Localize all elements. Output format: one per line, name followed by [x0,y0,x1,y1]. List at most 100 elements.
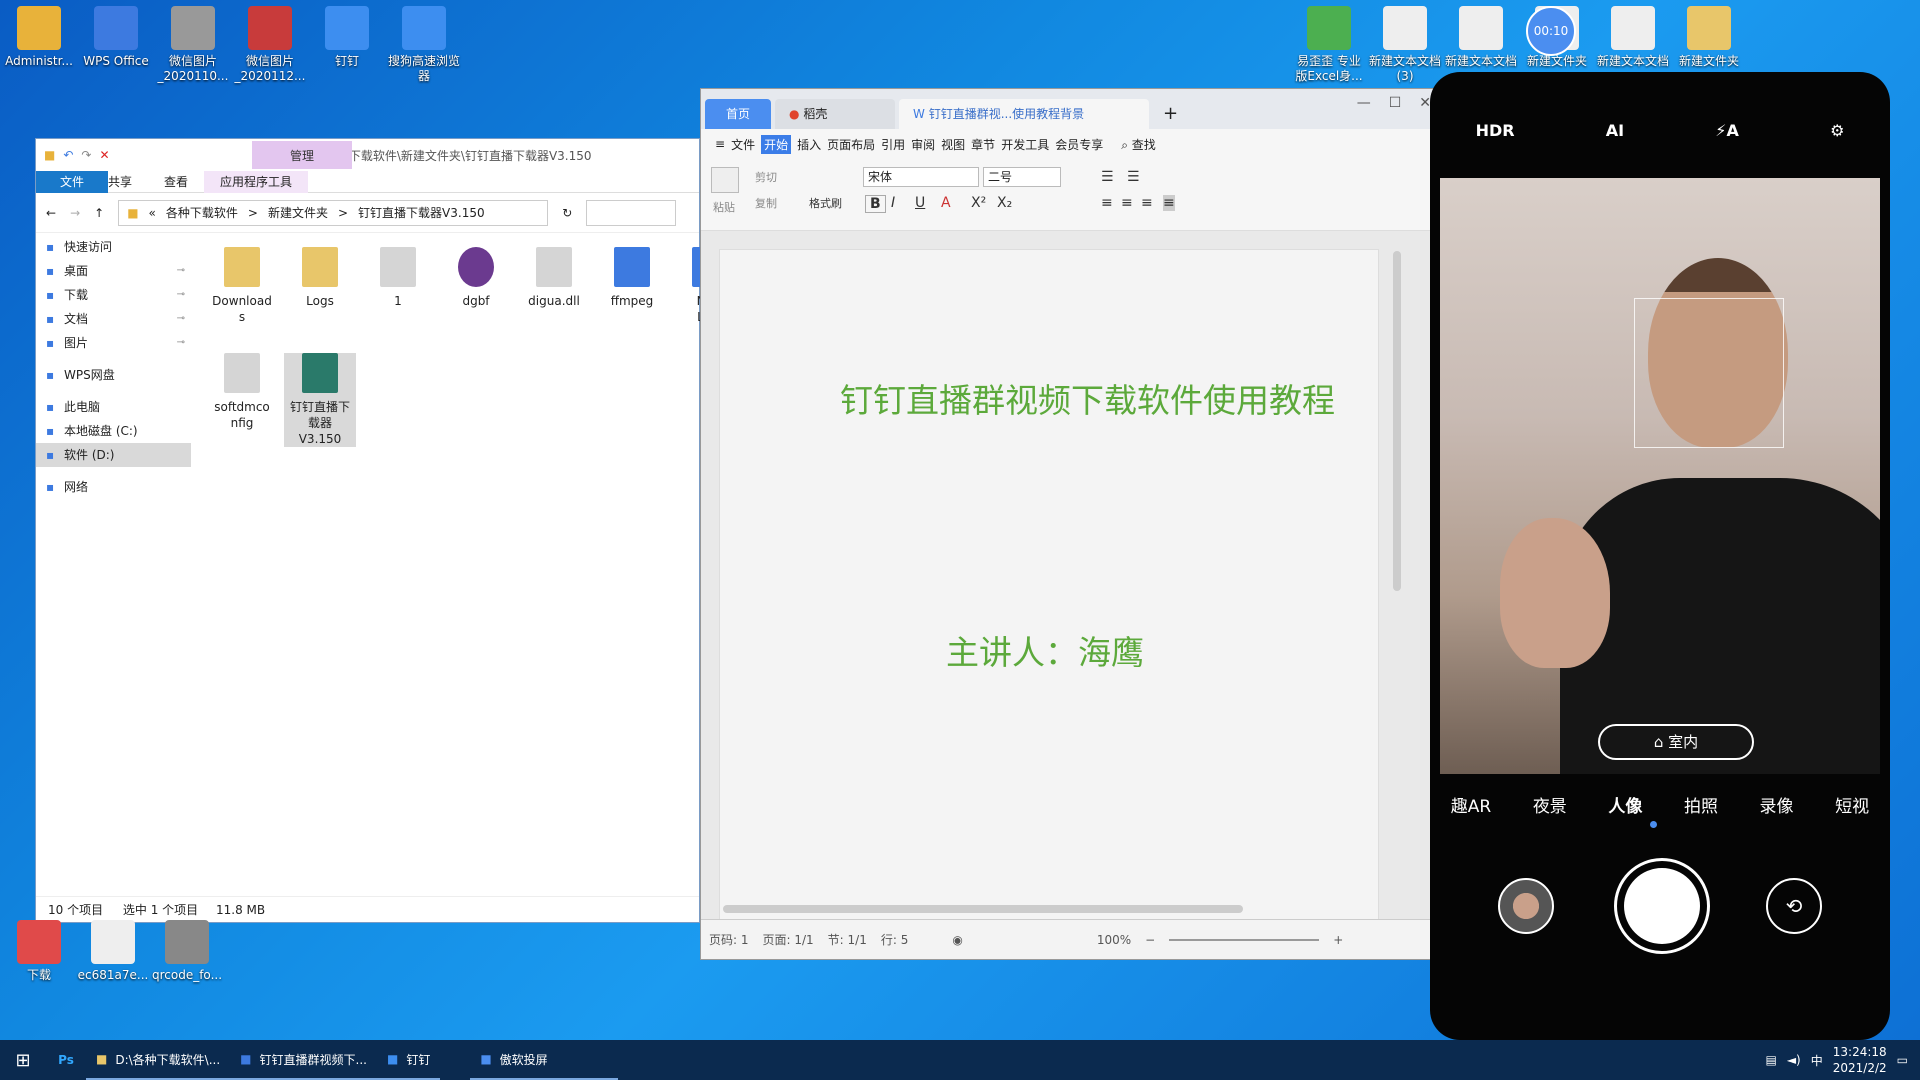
minimize-icon[interactable]: — [1357,95,1371,111]
file-item[interactable]: Download s [206,247,278,325]
format-painter-button[interactable]: 格式刷 [809,195,842,211]
desktop-icon[interactable]: 新建文本文档 (3) [1366,6,1444,84]
zoom-in-icon[interactable]: + [1333,933,1343,947]
taskbar-item[interactable]: ■ 钉钉直播群视频下... [230,1040,377,1080]
new-tab-button[interactable]: + [1153,99,1188,129]
hdr-button[interactable]: HDR [1476,121,1515,140]
menu-开始[interactable]: 开始 [761,134,792,154]
desktop-icon[interactable]: 新建文本文档 [1594,6,1672,69]
nav-item[interactable]: ▪ WPS网盘 [36,363,191,387]
desktop-icon[interactable]: 微信图片 _2020112... [231,6,309,84]
nav-item[interactable]: ▪ 桌面 ⊸ [36,259,191,283]
zoom-out-icon[interactable]: − [1145,933,1155,947]
mode-趣AR[interactable]: 趣AR [1451,792,1491,817]
menu-文件[interactable]: 文件 [731,136,755,153]
nav-item[interactable]: ▪ 此电脑 [36,395,191,419]
file-item[interactable]: 1 [362,247,434,309]
align-left-icon[interactable]: ≡ [1101,195,1113,211]
menu-章节[interactable]: 章节 [971,136,995,153]
redo-icon[interactable]: ↷ [81,148,91,162]
desktop-icon[interactable]: 易歪歪 专业 版Excel身... [1290,6,1368,84]
nav-item[interactable]: ▪ 文档 ⊸ [36,307,191,331]
ime-indicator[interactable]: 中 [1811,1052,1823,1069]
paste-icon[interactable] [711,167,739,193]
copy-button[interactable]: 复制 [755,195,777,211]
document-page[interactable]: 钉钉直播群视频下载软件使用教程 主讲人：海鹰 [719,249,1379,949]
cut-button[interactable]: 剪切 [755,169,777,185]
file-item[interactable]: dgbf [440,247,512,309]
mode-夜景[interactable]: 夜景 [1533,792,1567,817]
search-button[interactable]: ⌕ 查找 [1121,136,1156,153]
desktop-icon[interactable]: 钉钉 [308,6,386,69]
underline-icon[interactable]: U [915,195,925,211]
search-input[interactable] [586,199,677,226]
network-icon[interactable]: ▤ [1765,1053,1776,1067]
zoom-slider[interactable] [1169,938,1320,941]
taskbar-item[interactable]: ■ D:\各种下载软件\... [86,1040,231,1080]
taskbar-item[interactable]: ■ 钉钉 [376,1040,441,1080]
taskbar-item[interactable]: ■ 傲软投屏 [470,1040,619,1080]
file-item[interactable]: Logs [284,247,356,309]
tab-document[interactable]: W 钉钉直播群视...使用教程背景 [899,99,1149,129]
tab-manage[interactable]: 管理 [252,141,352,169]
menu-icon[interactable]: ≡ [715,137,725,151]
refresh-icon[interactable]: ↻ [562,206,572,220]
file-item[interactable]: digua.dll [518,247,590,309]
align-center-icon[interactable]: ≡ [1121,195,1133,211]
menu-引用[interactable]: 引用 [881,136,905,153]
notification-icon[interactable]: ▭ [1897,1053,1908,1067]
ribbon-tab[interactable]: 文件 [36,170,108,193]
font-color-icon[interactable]: A [941,195,951,211]
mode-短视[interactable]: 短视 [1835,792,1869,817]
justify-icon[interactable]: ≡ [1163,195,1175,211]
desktop-icon[interactable]: 新建文件夹 [1670,6,1748,69]
file-item[interactable]: ffmpeg [596,247,668,309]
ai-icon[interactable]: AI [1606,121,1624,140]
nav-item[interactable]: ▪ 本地磁盘 (C:) [36,419,191,443]
flash-icon[interactable]: ⚡A [1715,121,1739,140]
desktop-icon[interactable]: 新建文本文档 [1442,6,1520,69]
switch-camera-icon[interactable]: ⟲ [1766,878,1822,934]
menu-开发工具[interactable]: 开发工具 [1001,136,1049,153]
desktop-icon[interactable]: 下载 [0,920,78,983]
file-item[interactable]: 钉钉直播下 载器 V3.150 [284,353,356,447]
menu-视图[interactable]: 视图 [941,136,965,153]
desktop-icon[interactable]: Administr... [0,6,78,69]
menu-插入[interactable]: 插入 [797,136,821,153]
tab-home[interactable]: 首页 [705,99,771,129]
breadcrumb-segment[interactable]: > [338,206,348,220]
mode-人像[interactable]: 人像 [1608,792,1642,817]
font-name-select[interactable]: 宋体 [863,167,979,187]
nav-item[interactable]: ▪ 下载 ⊸ [36,283,191,307]
desktop-icon[interactable]: qrcode_fo... [148,920,226,983]
number-list-icon[interactable]: ☰ [1127,169,1140,185]
delete-icon[interactable]: ✕ [99,148,109,162]
gallery-thumbnail[interactable] [1498,878,1554,934]
mode-录像[interactable]: 录像 [1760,792,1794,817]
settings-icon[interactable]: ⚙ [1830,121,1844,140]
nav-item[interactable]: ▪ 网络 [36,475,191,499]
vertical-scrollbar[interactable] [1393,251,1401,591]
scene-badge[interactable]: ⌂ 室内 [1598,724,1754,760]
undo-icon[interactable]: ↶ [63,148,73,162]
forward-icon[interactable]: → [70,206,80,220]
back-icon[interactable]: ← [46,206,56,220]
horizontal-scrollbar[interactable] [723,905,1243,913]
nav-item[interactable]: ▪ 图片 ⊸ [36,331,191,355]
eye-icon[interactable]: ◉ [952,933,962,947]
nav-item[interactable]: ▪ 快速访问 [36,235,191,259]
paste-label[interactable]: 粘贴 [713,199,735,215]
photoshop-icon[interactable]: Ps [46,1053,86,1067]
breadcrumb-segment[interactable]: 各种下载软件 [166,204,238,221]
clock[interactable]: 13:24:18 2021/2/2 [1833,1044,1887,1076]
superscript-icon[interactable]: X² [971,195,986,211]
nav-item[interactable]: ▪ 软件 (D:) [36,443,191,467]
bold-icon[interactable]: B [865,195,886,213]
breadcrumb[interactable]: ■ « 各种下载软件 > 新建文件夹 > 钉钉直播下载器V3.150 [118,199,549,226]
breadcrumb-segment[interactable]: > [248,206,258,220]
menu-审阅[interactable]: 审阅 [911,136,935,153]
ribbon-tab[interactable]: 查看 [148,171,204,193]
shutter-button[interactable] [1614,858,1710,954]
start-icon[interactable]: ⊞ [0,1050,46,1071]
volume-icon[interactable]: ◄) [1787,1053,1801,1067]
